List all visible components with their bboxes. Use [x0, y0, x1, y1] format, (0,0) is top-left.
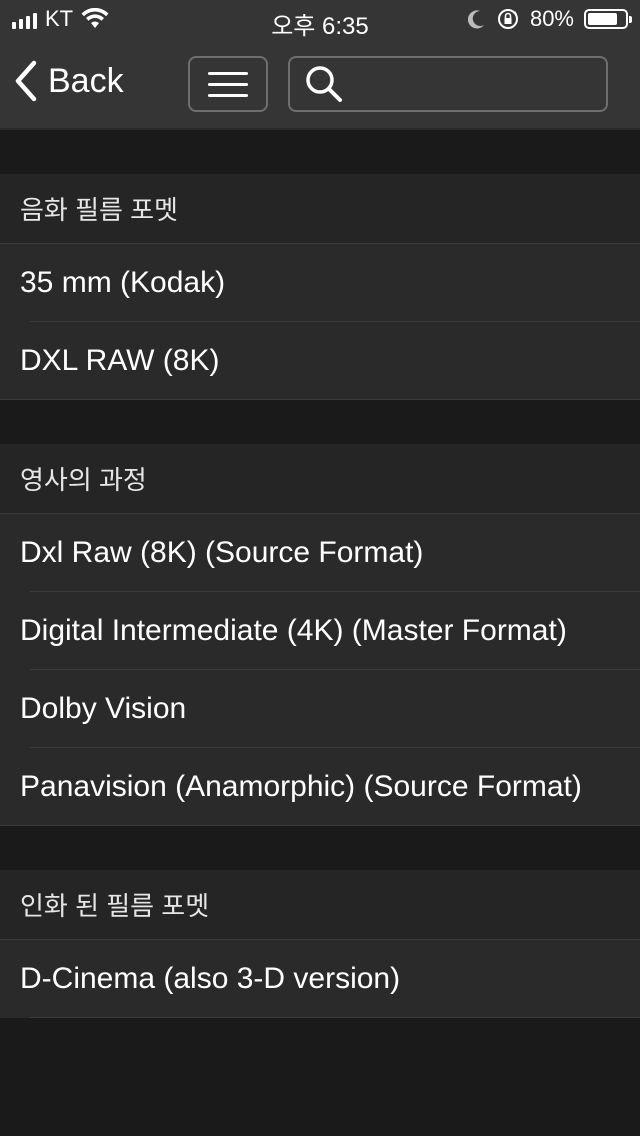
section-header-negative-film: 음화 필름 포멧 [0, 174, 640, 244]
hamburger-line [208, 82, 248, 86]
hamburger-icon [208, 71, 248, 75]
chevron-left-icon [15, 60, 37, 102]
menu-button[interactable] [188, 56, 268, 112]
list-item[interactable]: DXL RAW (8K) [0, 322, 640, 400]
list-item[interactable]: Dolby Vision [0, 670, 640, 748]
section-header-projection-process: 영사의 과정 [0, 444, 640, 514]
battery-percent: 80% [529, 6, 574, 31]
hamburger-line [208, 93, 248, 97]
list-content: 음화 필름 포멧 35 mm (Kodak) DXL RAW (8K) 영사의 … [0, 130, 640, 1018]
section-spacer [0, 130, 640, 174]
search-input[interactable] [354, 67, 598, 101]
search-field[interactable] [288, 56, 608, 112]
moon-icon [467, 10, 484, 29]
section-header-printed-film: 인화 된 필름 포멧 [0, 870, 640, 940]
list-item[interactable]: Digital Intermediate (4K) (Master Format… [0, 592, 640, 670]
status-bar: KT 오후 6:35 80% [0, 0, 640, 40]
list-item[interactable]: D-Cinema (also 3-D version) [0, 940, 640, 1018]
list-item[interactable]: Dxl Raw (8K) (Source Format) [0, 514, 640, 592]
back-button[interactable]: Back [14, 60, 124, 102]
list-item[interactable]: Panavision (Anamorphic) (Source Format) [0, 748, 640, 826]
back-label: Back [48, 61, 124, 100]
navigation-bar: Back [0, 40, 640, 130]
battery-fill [588, 13, 617, 25]
rotation-lock-icon [497, 9, 518, 29]
battery-icon [584, 9, 632, 29]
section-spacer [0, 400, 640, 444]
search-icon [306, 66, 342, 102]
section-spacer [0, 826, 640, 870]
list-item[interactable]: 35 mm (Kodak) [0, 244, 640, 322]
status-right: 80% [467, 6, 632, 32]
